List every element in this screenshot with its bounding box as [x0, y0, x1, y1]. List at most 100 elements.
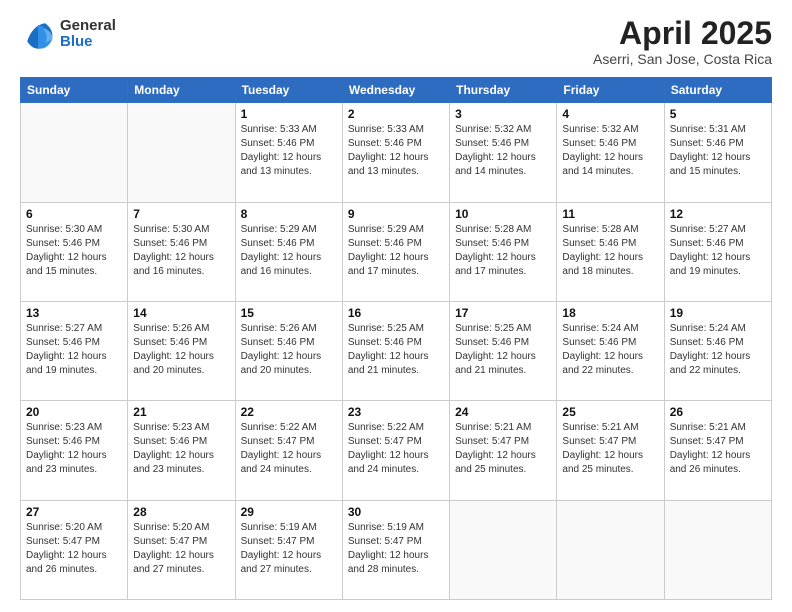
col-tuesday: Tuesday [235, 78, 342, 103]
sunrise-text: Sunrise: 5:21 AM [562, 421, 658, 435]
col-friday: Friday [557, 78, 664, 103]
sunset-text: Sunset: 5:46 PM [348, 336, 444, 350]
day-info: Sunrise: 5:20 AMSunset: 5:47 PMDaylight:… [133, 521, 229, 577]
table-row: 30 Sunrise: 5:19 AMSunset: 5:47 PMDayligh… [342, 500, 449, 599]
col-sunday: Sunday [21, 78, 128, 103]
day-number: 28 [133, 505, 229, 519]
day-info: Sunrise: 5:23 AMSunset: 5:46 PMDaylight:… [133, 421, 229, 477]
day-number: 27 [26, 505, 122, 519]
day-number: 19 [670, 306, 766, 320]
day-info: Sunrise: 5:19 AMSunset: 5:47 PMDaylight:… [348, 521, 444, 577]
table-row: 15 Sunrise: 5:26 AMSunset: 5:46 PMDayligh… [235, 301, 342, 400]
day-number: 2 [348, 107, 444, 121]
sunrise-text: Sunrise: 5:33 AM [241, 123, 337, 137]
sunrise-text: Sunrise: 5:29 AM [241, 223, 337, 237]
day-number: 20 [26, 405, 122, 419]
calendar-week-1: 1Sunrise: 5:33 AMSunset: 5:46 PMDaylight… [21, 103, 772, 202]
daylight-text: Daylight: 12 hours and 26 minutes. [670, 449, 766, 477]
day-info: Sunrise: 5:22 AMSunset: 5:47 PMDaylight:… [241, 421, 337, 477]
sunrise-text: Sunrise: 5:32 AM [562, 123, 658, 137]
daylight-text: Daylight: 12 hours and 27 minutes. [133, 549, 229, 577]
month-title: April 2025 [593, 16, 772, 51]
sunset-text: Sunset: 5:46 PM [241, 137, 337, 151]
daylight-text: Daylight: 12 hours and 15 minutes. [26, 251, 122, 279]
table-row: 23Sunrise: 5:22 AMSunset: 5:47 PMDayligh… [342, 401, 449, 500]
day-info: Sunrise: 5:30 AMSunset: 5:46 PMDaylight:… [26, 223, 122, 279]
day-number: 7 [133, 207, 229, 221]
logo-blue-text: Blue [60, 34, 116, 51]
table-row: 6 Sunrise: 5:30 AMSunset: 5:46 PMDaylight… [21, 202, 128, 301]
table-row: 16 Sunrise: 5:25 AMSunset: 5:46 PMDayligh… [342, 301, 449, 400]
day-number: 26 [670, 405, 766, 419]
daylight-text: Daylight: 12 hours and 21 minutes. [348, 350, 444, 378]
col-monday: Monday [128, 78, 235, 103]
table-row: 4Sunrise: 5:32 AMSunset: 5:46 PMDaylight… [557, 103, 664, 202]
day-info: Sunrise: 5:21 AMSunset: 5:47 PMDaylight:… [670, 421, 766, 477]
sunrise-text: Sunrise: 5:32 AM [455, 123, 551, 137]
daylight-text: Daylight: 12 hours and 27 minutes. [241, 549, 337, 577]
table-row: 29Sunrise: 5:19 AMSunset: 5:47 PMDayligh… [235, 500, 342, 599]
calendar-body: 1Sunrise: 5:33 AMSunset: 5:46 PMDaylight… [21, 103, 772, 600]
day-info: Sunrise: 5:21 AMSunset: 5:47 PMDaylight:… [455, 421, 551, 477]
day-number: 6 [26, 207, 122, 221]
day-number: 29 [241, 505, 337, 519]
table-row: 12Sunrise: 5:27 AMSunset: 5:46 PMDayligh… [664, 202, 771, 301]
sunrise-text: Sunrise: 5:25 AM [455, 322, 551, 336]
day-info: Sunrise: 5:28 AMSunset: 5:46 PMDaylight:… [455, 223, 551, 279]
day-info: Sunrise: 5:27 AMSunset: 5:46 PMDaylight:… [670, 223, 766, 279]
sunset-text: Sunset: 5:47 PM [241, 435, 337, 449]
day-info: Sunrise: 5:33 AMSunset: 5:46 PMDaylight:… [348, 123, 444, 179]
day-info: Sunrise: 5:28 AMSunset: 5:46 PMDaylight:… [562, 223, 658, 279]
table-row: 22Sunrise: 5:22 AMSunset: 5:47 PMDayligh… [235, 401, 342, 500]
day-info: Sunrise: 5:26 AMSunset: 5:46 PMDaylight:… [241, 322, 337, 378]
sunrise-text: Sunrise: 5:23 AM [26, 421, 122, 435]
sunset-text: Sunset: 5:46 PM [455, 336, 551, 350]
day-number: 4 [562, 107, 658, 121]
day-number: 8 [241, 207, 337, 221]
daylight-text: Daylight: 12 hours and 21 minutes. [455, 350, 551, 378]
sunrise-text: Sunrise: 5:22 AM [348, 421, 444, 435]
day-number: 10 [455, 207, 551, 221]
table-row: 26 Sunrise: 5:21 AMSunset: 5:47 PMDayligh… [664, 401, 771, 500]
day-number: 16 [348, 306, 444, 320]
daylight-text: Daylight: 12 hours and 14 minutes. [562, 151, 658, 179]
page: General Blue April 2025 Aserri, San Jose… [0, 0, 792, 612]
table-row: 11 Sunrise: 5:28 AMSunset: 5:46 PMDayligh… [557, 202, 664, 301]
day-number: 23 [348, 405, 444, 419]
daylight-text: Daylight: 12 hours and 23 minutes. [26, 449, 122, 477]
table-row: 2 Sunrise: 5:33 AMSunset: 5:46 PMDaylight… [342, 103, 449, 202]
table-row [450, 500, 557, 599]
table-row: 9Sunrise: 5:29 AMSunset: 5:46 PMDaylight… [342, 202, 449, 301]
day-number: 18 [562, 306, 658, 320]
day-number: 30 [348, 505, 444, 519]
sunrise-text: Sunrise: 5:30 AM [26, 223, 122, 237]
day-number: 13 [26, 306, 122, 320]
day-number: 15 [241, 306, 337, 320]
title-block: April 2025 Aserri, San Jose, Costa Rica [593, 16, 772, 67]
sunrise-text: Sunrise: 5:22 AM [241, 421, 337, 435]
calendar-week-5: 27 Sunrise: 5:20 AMSunset: 5:47 PMDayligh… [21, 500, 772, 599]
col-thursday: Thursday [450, 78, 557, 103]
daylight-text: Daylight: 12 hours and 20 minutes. [133, 350, 229, 378]
day-info: Sunrise: 5:24 AMSunset: 5:46 PMDaylight:… [562, 322, 658, 378]
sunset-text: Sunset: 5:46 PM [455, 237, 551, 251]
sunset-text: Sunset: 5:46 PM [455, 137, 551, 151]
table-row: 10 Sunrise: 5:28 AMSunset: 5:46 PMDayligh… [450, 202, 557, 301]
day-number: 11 [562, 207, 658, 221]
table-row: 27Sunrise: 5:20 AMSunset: 5:47 PMDayligh… [21, 500, 128, 599]
sunrise-text: Sunrise: 5:29 AM [348, 223, 444, 237]
sunset-text: Sunset: 5:46 PM [26, 237, 122, 251]
sunrise-text: Sunrise: 5:24 AM [562, 322, 658, 336]
sunset-text: Sunset: 5:47 PM [455, 435, 551, 449]
day-info: Sunrise: 5:31 AMSunset: 5:46 PMDaylight:… [670, 123, 766, 179]
daylight-text: Daylight: 12 hours and 19 minutes. [26, 350, 122, 378]
daylight-text: Daylight: 12 hours and 24 minutes. [241, 449, 337, 477]
table-row [128, 103, 235, 202]
sunrise-text: Sunrise: 5:25 AM [348, 322, 444, 336]
table-row: 25Sunrise: 5:21 AMSunset: 5:47 PMDayligh… [557, 401, 664, 500]
sunset-text: Sunset: 5:47 PM [26, 535, 122, 549]
daylight-text: Daylight: 12 hours and 22 minutes. [562, 350, 658, 378]
daylight-text: Daylight: 12 hours and 17 minutes. [348, 251, 444, 279]
table-row: 8Sunrise: 5:29 AMSunset: 5:46 PMDaylight… [235, 202, 342, 301]
daylight-text: Daylight: 12 hours and 14 minutes. [455, 151, 551, 179]
